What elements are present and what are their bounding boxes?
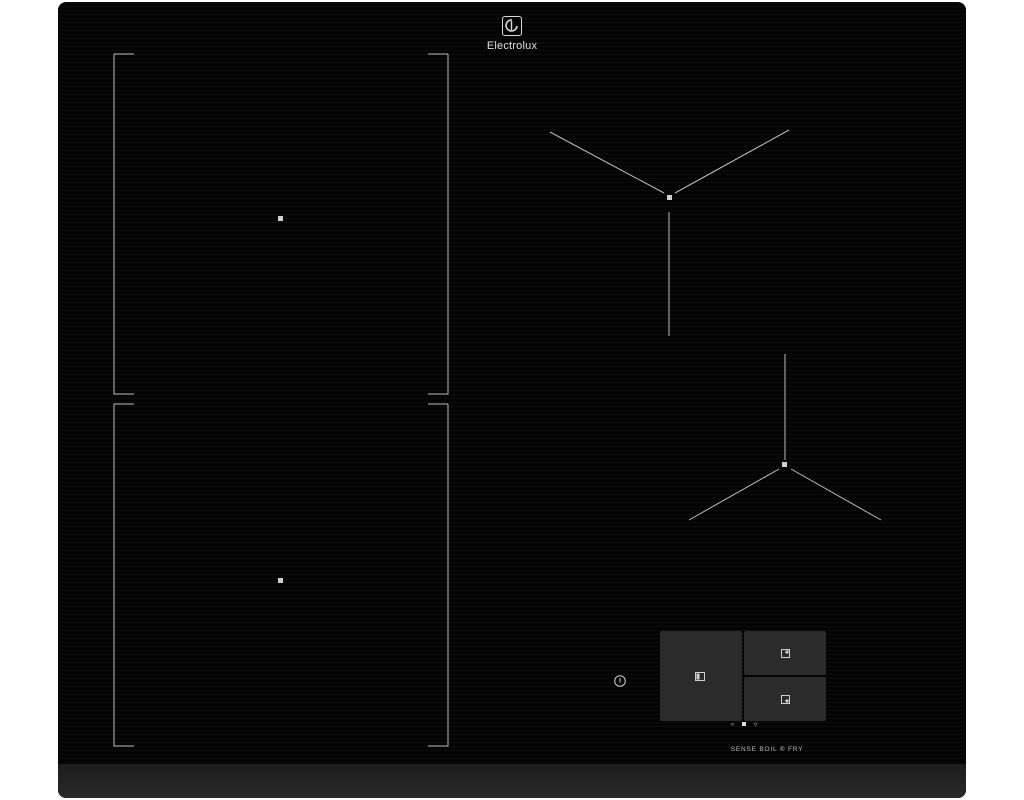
electrolux-logo-icon	[502, 16, 522, 36]
zone-center-mark	[278, 216, 283, 221]
bridge-zone-button[interactable]	[660, 631, 742, 721]
upper-zone-select-button[interactable]	[744, 631, 826, 675]
zone-corner	[113, 403, 134, 747]
marker-left: ∘	[730, 720, 736, 729]
power-icon[interactable]	[613, 674, 627, 688]
cooking-zone-markings	[113, 53, 882, 747]
marker-right: ▿	[753, 720, 758, 729]
zone-center-mark	[667, 195, 672, 200]
front-bezel	[58, 764, 966, 798]
brand-name: Electrolux	[486, 40, 538, 52]
lower-zone-select-button[interactable]	[744, 677, 826, 721]
brand-logo: Electrolux	[482, 16, 542, 52]
slider-markers: ∘ ▿	[730, 720, 758, 729]
zone-line	[688, 468, 780, 521]
zone-center-mark	[782, 462, 787, 467]
zone-corner	[428, 403, 449, 747]
zone-line	[549, 131, 665, 194]
marker-center	[742, 722, 747, 726]
zone-line	[790, 468, 882, 521]
zone-select-icon	[781, 649, 790, 658]
feature-label: SENSE BOIL ® FRY	[730, 746, 804, 753]
zone-center-mark	[278, 578, 283, 583]
bridge-zone-icon	[695, 672, 705, 681]
zone-corner	[428, 53, 449, 395]
zone-select-icon	[781, 695, 790, 704]
induction-hob: Electrolux ••• ∘ ▿ SENSE BOIL ® FRY	[58, 2, 966, 798]
zone-line	[674, 129, 790, 194]
zone-corner	[113, 53, 134, 395]
